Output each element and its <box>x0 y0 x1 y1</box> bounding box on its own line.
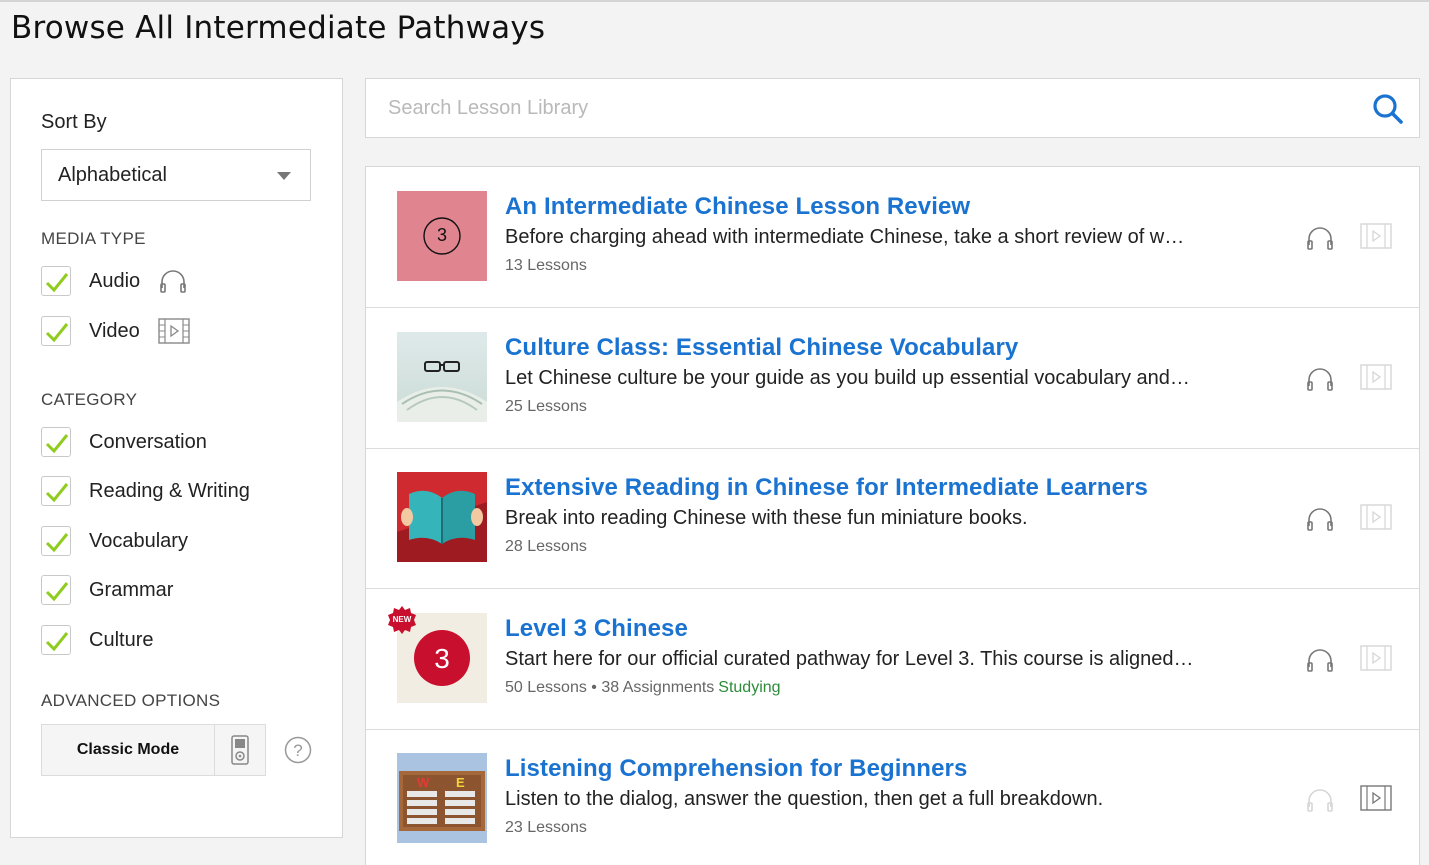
sort-label: Sort By <box>41 111 107 133</box>
search-icon[interactable] <box>1372 93 1404 130</box>
culture-checkbox[interactable] <box>41 625 71 655</box>
filter-grammar[interactable]: Grammar <box>41 574 173 606</box>
pathway-meta: 50 Lessons • 38 Assignments Studying <box>505 679 781 696</box>
filter-video[interactable]: Video <box>41 315 190 347</box>
new-badge: NEW <box>387 605 417 640</box>
chevron-down-icon <box>277 172 291 180</box>
video-icon <box>1360 504 1392 535</box>
checkmark-icon <box>45 273 69 293</box>
video-label: Video <box>89 319 140 342</box>
pathway-thumbnail[interactable]: 3 <box>397 191 487 281</box>
reading-writing-checkbox[interactable] <box>41 476 71 506</box>
grammar-label: Grammar <box>89 578 174 601</box>
list-item[interactable]: 3 NEW Level 3 Chinese Start here for our… <box>366 589 1419 730</box>
pathway-title[interactable]: An Intermediate Chinese Lesson Review <box>505 193 970 221</box>
thumbnail-number: 3 <box>436 225 447 245</box>
filter-sidebar: Sort By Alphabetical MEDIA TYPE Audio Vi… <box>10 78 343 838</box>
pathway-thumbnail[interactable] <box>397 332 487 422</box>
pathway-meta: 28 Lessons <box>505 538 587 555</box>
search-bar <box>365 78 1420 138</box>
audio-label: Audio <box>89 269 141 292</box>
status-badge: Studying <box>718 679 781 696</box>
page-title: Browse All Intermediate Pathways <box>11 10 546 46</box>
video-icon <box>1360 223 1392 254</box>
pathway-description: Break into reading Chinese with these fu… <box>505 507 1028 529</box>
pathway-list: 3 An Intermediate Chinese Lesson Review … <box>365 166 1420 865</box>
list-item[interactable]: 3 An Intermediate Chinese Lesson Review … <box>366 167 1419 308</box>
list-item[interactable]: Culture Class: Essential Chinese Vocabul… <box>366 308 1419 449</box>
list-item[interactable]: Extensive Reading in Chinese for Interme… <box>366 448 1419 589</box>
checkmark-icon <box>45 483 69 503</box>
ipod-icon[interactable] <box>215 725 265 775</box>
filter-conversation[interactable]: Conversation <box>41 426 207 458</box>
filter-culture[interactable]: Culture <box>41 624 153 656</box>
video-icon <box>1360 785 1392 816</box>
headphones-icon <box>158 268 188 294</box>
classic-mode-toggle[interactable]: Classic Mode <box>41 724 266 776</box>
category-heading: CATEGORY <box>41 390 138 409</box>
list-item[interactable]: W E Listening Comprehension for Beginner… <box>366 729 1419 865</box>
conversation-checkbox[interactable] <box>41 427 71 457</box>
headphones-icon <box>1306 506 1334 537</box>
filter-vocabulary[interactable]: Vocabulary <box>41 525 188 557</box>
search-input[interactable] <box>367 80 1357 136</box>
reading-writing-label: Reading & Writing <box>89 479 250 502</box>
pathway-description: Start here for our official curated path… <box>505 648 1195 670</box>
pathway-meta: 13 Lessons <box>505 257 587 274</box>
pathway-description: Before charging ahead with intermediate … <box>505 226 1195 248</box>
thumbnail-letter-e: E <box>456 775 465 790</box>
vocabulary-label: Vocabulary <box>89 529 188 552</box>
pathway-title[interactable]: Extensive Reading in Chinese for Interme… <box>505 474 1148 502</box>
headphones-icon <box>1306 225 1334 256</box>
headphones-icon <box>1306 366 1334 397</box>
checkmark-icon <box>45 323 69 343</box>
pathway-description: Listen to the dialog, answer the questio… <box>505 788 1104 810</box>
sort-value: Alphabetical <box>58 164 167 186</box>
pathway-description: Let Chinese culture be your guide as you… <box>505 367 1195 389</box>
checkmark-icon <box>45 582 69 602</box>
checkmark-icon <box>45 632 69 652</box>
thumbnail-letter-w: W <box>417 775 430 790</box>
video-checkbox[interactable] <box>41 316 71 346</box>
conversation-label: Conversation <box>89 430 207 453</box>
pathway-meta: 23 Lessons <box>505 819 587 836</box>
video-icon <box>1360 645 1392 676</box>
pathway-thumbnail[interactable]: W E <box>397 753 487 843</box>
filter-reading-writing[interactable]: Reading & Writing <box>41 475 250 507</box>
headphones-icon <box>1306 647 1334 678</box>
pathway-thumbnail[interactable] <box>397 472 487 562</box>
sort-select[interactable]: Alphabetical <box>41 149 311 201</box>
pathway-title[interactable]: Culture Class: Essential Chinese Vocabul… <box>505 334 1018 362</box>
grammar-checkbox[interactable] <box>41 575 71 605</box>
video-icon <box>158 318 190 344</box>
video-icon <box>1360 364 1392 395</box>
svg-text:?: ? <box>293 741 302 760</box>
audio-checkbox[interactable] <box>41 266 71 296</box>
pathway-title[interactable]: Listening Comprehension for Beginners <box>505 755 967 783</box>
pathway-title[interactable]: Level 3 Chinese <box>505 615 688 643</box>
checkmark-icon <box>45 533 69 553</box>
vocabulary-checkbox[interactable] <box>41 526 71 556</box>
filter-audio[interactable]: Audio <box>41 265 188 297</box>
checkmark-icon <box>45 434 69 454</box>
help-icon[interactable]: ? <box>284 736 312 769</box>
thumbnail-number: 3 <box>434 643 450 674</box>
media-type-heading: MEDIA TYPE <box>41 229 146 248</box>
headphones-icon <box>1306 787 1334 818</box>
culture-label: Culture <box>89 628 154 651</box>
classic-mode-button[interactable]: Classic Mode <box>42 725 215 775</box>
pathway-meta: 25 Lessons <box>505 398 587 415</box>
advanced-options-heading: ADVANCED OPTIONS <box>41 691 221 710</box>
